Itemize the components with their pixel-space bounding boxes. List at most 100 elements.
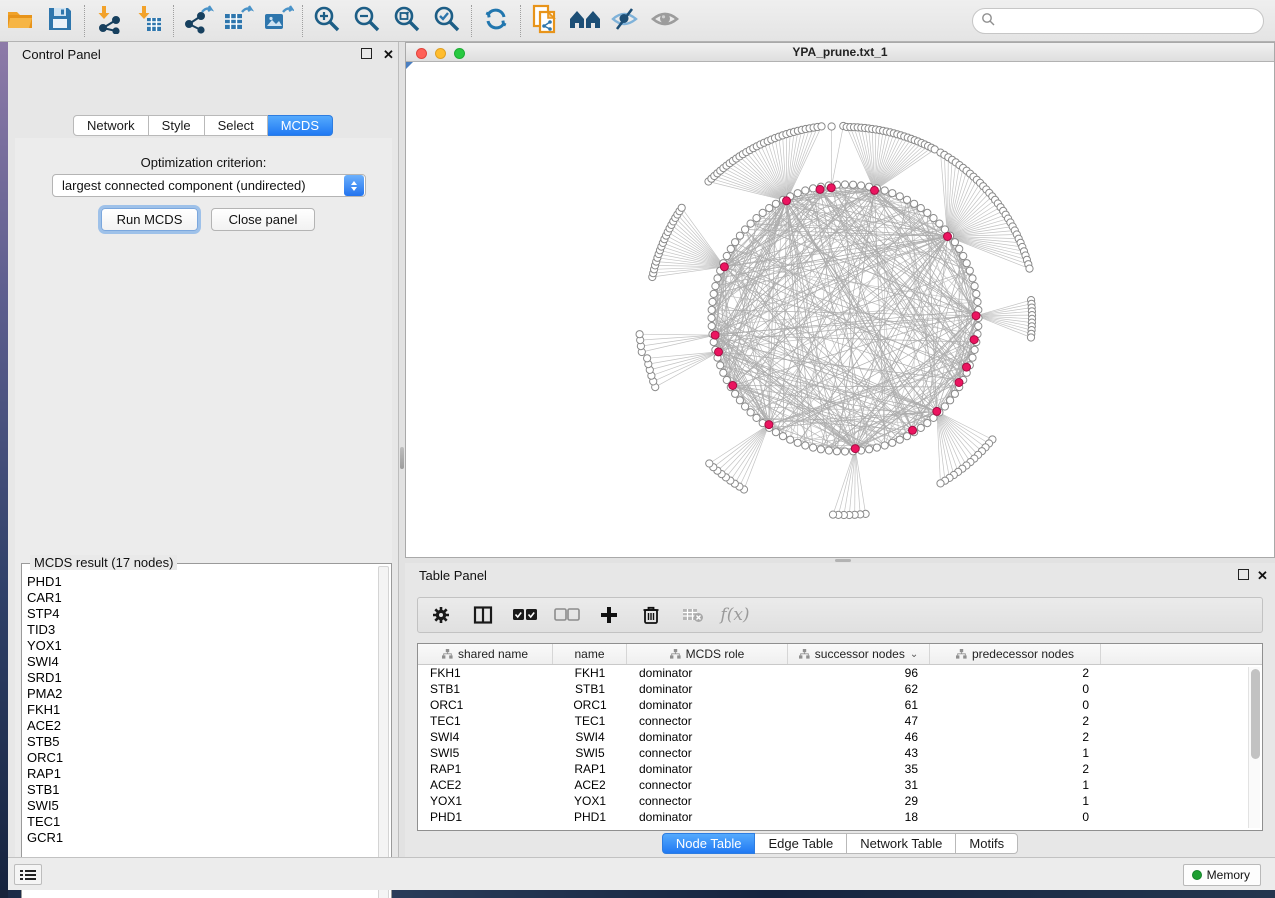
cell-predecessor-nodes: 2 — [930, 729, 1101, 745]
mcds-result-list[interactable]: PHD1CAR1STP4TID3YOX1SWI4SRD1PMA2FKH1ACE2… — [23, 574, 380, 898]
cell-successor-nodes: 31 — [788, 777, 930, 793]
mcds-result-item[interactable]: SWI5 — [27, 798, 380, 814]
toolbar-separator — [173, 5, 174, 37]
table-row[interactable]: YOX1YOX1connector291 — [418, 793, 1262, 809]
splitter-grip[interactable] — [835, 559, 851, 562]
close-panel-icon[interactable]: ✕ — [1256, 569, 1269, 582]
task-history-button[interactable] — [14, 864, 42, 885]
delete-column-button[interactable] — [638, 602, 664, 628]
tab-network[interactable]: Network — [73, 115, 149, 136]
network-graph[interactable] — [406, 62, 1274, 557]
zoom-out-button[interactable] — [347, 3, 387, 39]
table-settings-button[interactable] — [428, 602, 454, 628]
column-header-shared-name[interactable]: shared name — [418, 644, 553, 664]
tab-motifs[interactable]: Motifs — [956, 833, 1018, 854]
cell-successor-nodes: 61 — [788, 697, 930, 713]
zoom-fit-button[interactable] — [387, 3, 427, 39]
cell-name: SWI5 — [553, 745, 627, 761]
mcds-result-item[interactable]: RAP1 — [27, 766, 380, 782]
memory-button[interactable]: Memory — [1183, 864, 1261, 886]
import-network-button[interactable] — [89, 3, 129, 39]
column-header-MCDS-role[interactable]: MCDS role — [627, 644, 788, 664]
table-row[interactable]: TEC1TEC1connector472 — [418, 713, 1262, 729]
table-scrollbar-thumb[interactable] — [1251, 669, 1260, 759]
import-table-button[interactable] — [129, 3, 169, 39]
create-column-button[interactable] — [596, 602, 622, 628]
run-mcds-button[interactable]: Run MCDS — [101, 208, 198, 231]
refresh-layout-button[interactable] — [476, 3, 516, 39]
column-label: MCDS role — [686, 647, 745, 661]
search-icon — [981, 12, 995, 29]
tab-mcds[interactable]: MCDS — [268, 115, 333, 136]
tab-style[interactable]: Style — [149, 115, 205, 136]
mcds-result-item[interactable]: GCR1 — [27, 830, 380, 846]
show-all-button[interactable] — [645, 3, 685, 39]
network-canvas[interactable] — [406, 62, 1274, 557]
mcds-result-item[interactable]: PMA2 — [27, 686, 380, 702]
mcds-result-item[interactable]: SRD1 — [27, 670, 380, 686]
first-neighbors-button[interactable] — [565, 3, 605, 39]
table-row[interactable]: FKH1FKH1dominator962 — [418, 665, 1262, 681]
table-panel-title: Table Panel — [419, 568, 487, 583]
select-all-columns-button[interactable] — [512, 602, 538, 628]
zoom-selected-button[interactable] — [427, 3, 467, 39]
clone-network-button[interactable] — [525, 3, 565, 39]
mcds-result-item[interactable]: FKH1 — [27, 702, 380, 718]
mcds-result-item[interactable]: TEC1 — [27, 814, 380, 830]
column-header-successor-nodes[interactable]: successor nodes⌄ — [788, 644, 930, 664]
close-panel-icon[interactable]: ✕ — [382, 48, 395, 61]
mcds-result-item[interactable]: YOX1 — [27, 638, 380, 654]
tab-edge-table[interactable]: Edge Table — [755, 833, 847, 854]
mcds-result-item[interactable]: STP4 — [27, 606, 380, 622]
mcds-result-item[interactable]: SWI4 — [27, 654, 380, 670]
float-panel-icon[interactable] — [1238, 569, 1249, 580]
table-row[interactable]: STB1STB1dominator620 — [418, 681, 1262, 697]
cell-successor-nodes: 43 — [788, 745, 930, 761]
export-image-button[interactable] — [258, 3, 298, 39]
column-label: shared name — [458, 647, 528, 661]
float-panel-icon[interactable] — [361, 48, 372, 59]
mcds-result-item[interactable]: STB5 — [27, 734, 380, 750]
column-header-name[interactable]: name — [553, 644, 627, 664]
close-panel-button[interactable]: Close panel — [211, 208, 315, 231]
mcds-list-scrollbar[interactable] — [378, 566, 389, 898]
table-row[interactable]: ORC1ORC1dominator610 — [418, 697, 1262, 713]
tab-network-table[interactable]: Network Table — [847, 833, 956, 854]
table-row[interactable]: SWI5SWI5connector431 — [418, 745, 1262, 761]
clone-pages-icon — [530, 3, 560, 38]
export-network-icon — [182, 4, 214, 37]
mcds-result-item[interactable]: CAR1 — [27, 590, 380, 606]
mcds-result-item[interactable]: STB1 — [27, 782, 380, 798]
function-builder-button[interactable]: f(x) — [722, 602, 748, 628]
unselect-all-columns-button[interactable] — [554, 602, 580, 628]
export-network-button[interactable] — [178, 3, 218, 39]
criterion-dropdown[interactable]: largest connected component (undirected) — [52, 174, 366, 197]
open-button[interactable] — [0, 3, 40, 39]
splitter-grip[interactable] — [400, 447, 404, 469]
node-table: shared name name MCDS role successor nodes⌄… — [417, 643, 1263, 831]
table-row[interactable]: ACE2ACE2connector311 — [418, 777, 1262, 793]
sort-chevron-icon[interactable]: ⌄ — [910, 649, 918, 660]
network-window-titlebar[interactable]: YPA_prune.txt_1 — [406, 43, 1274, 62]
mcds-result-item[interactable]: ORC1 — [27, 750, 380, 766]
table-row[interactable]: RAP1RAP1dominator352 — [418, 761, 1262, 777]
search-field[interactable] — [972, 8, 1264, 34]
table-row[interactable]: PHD1PHD1dominator180 — [418, 809, 1262, 825]
table-row[interactable]: SWI4SWI4dominator462 — [418, 729, 1262, 745]
search-input[interactable] — [1000, 14, 1250, 28]
table-scrollbar[interactable] — [1248, 667, 1260, 828]
mcds-result-item[interactable]: ACE2 — [27, 718, 380, 734]
export-table-button[interactable] — [218, 3, 258, 39]
delete-table-button[interactable] — [680, 602, 706, 628]
show-column-panel-button[interactable] — [470, 602, 496, 628]
hide-selected-button[interactable] — [605, 3, 645, 39]
mcds-result-item[interactable]: PHD1 — [27, 574, 380, 590]
cell-successor-nodes: 47 — [788, 713, 930, 729]
tab-select[interactable]: Select — [205, 115, 268, 136]
mcds-result-item[interactable]: TID3 — [27, 622, 380, 638]
save-button[interactable] — [40, 3, 80, 39]
column-header-predecessor-nodes[interactable]: predecessor nodes — [930, 644, 1101, 664]
cell-name: RAP1 — [553, 761, 627, 777]
tab-node-table[interactable]: Node Table — [662, 833, 756, 854]
zoom-in-button[interactable] — [307, 3, 347, 39]
